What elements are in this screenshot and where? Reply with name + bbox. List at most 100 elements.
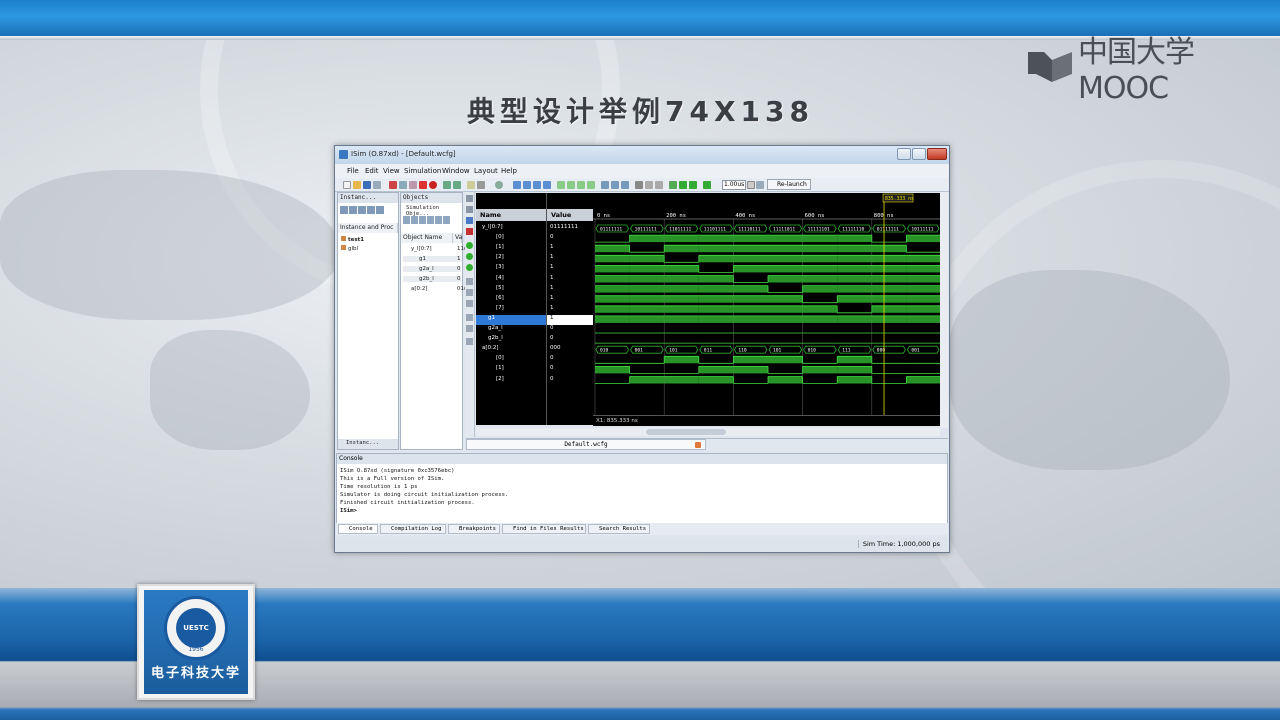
objects-value-header[interactable]: Va	[453, 233, 462, 243]
undo-icon[interactable]	[443, 181, 451, 189]
object-row[interactable]: a[0:2] 01(	[403, 286, 466, 292]
wave-signal-value[interactable]: 1	[547, 314, 593, 325]
redo-icon[interactable]	[453, 181, 461, 189]
tab-find-in-files[interactable]: Find in Files Results	[502, 524, 586, 534]
open-folder-icon[interactable]	[353, 181, 361, 189]
settings-icon[interactable]	[495, 181, 503, 189]
object-row[interactable]: g1 1	[403, 256, 461, 262]
objects-pane-tab[interactable]: Objects	[401, 193, 462, 203]
horizontal-scrollbar[interactable]	[476, 428, 940, 436]
objects-tool-icon[interactable]	[411, 216, 418, 224]
run-all-icon[interactable]	[679, 181, 687, 189]
objects-tool-icon[interactable]	[443, 216, 450, 224]
wave-signal-value[interactable]: 0	[547, 376, 593, 386]
window-icon[interactable]	[523, 181, 531, 189]
instances-bottom-tab[interactable]: Instanc...	[338, 439, 398, 449]
close-button[interactable]	[927, 148, 947, 160]
minimize-button[interactable]	[897, 148, 911, 160]
close-icon[interactable]	[695, 442, 701, 448]
objects-tool-icon[interactable]	[435, 216, 442, 224]
window-titlebar[interactable]: ISim (O.87xd) - [Default.wcfg]	[335, 146, 949, 164]
zoom-fit-icon[interactable]	[577, 181, 585, 189]
maximize-button[interactable]	[912, 148, 926, 160]
marker-icon[interactable]	[635, 181, 643, 189]
zoom-in-icon[interactable]	[557, 181, 565, 189]
tab-search-results[interactable]: Search Results	[588, 524, 650, 534]
snap-to-transition-icon[interactable]	[466, 325, 473, 332]
object-row[interactable]: g2a_l 0	[403, 266, 461, 272]
instances-column-header[interactable]: Instance and Proc	[338, 223, 398, 233]
delete-icon[interactable]	[419, 181, 427, 189]
wave-signal-value[interactable]: 1	[547, 254, 593, 264]
floating-ruler-icon[interactable]	[466, 338, 473, 345]
go-to-start-icon[interactable]	[601, 181, 609, 189]
instances-tool-icon[interactable]	[349, 206, 357, 214]
snap-icon[interactable]	[655, 181, 663, 189]
wave-signal-name[interactable]: y_l[0:7]	[476, 224, 546, 234]
step-icon[interactable]	[703, 181, 711, 189]
instances-tool-icon[interactable]	[340, 206, 348, 214]
menu-help[interactable]: Help	[501, 167, 517, 175]
next-marker-icon[interactable]	[621, 181, 629, 189]
menu-window[interactable]: Window	[442, 167, 470, 175]
wave-signal-name[interactable]: [1]	[476, 365, 546, 375]
layout-icon[interactable]	[513, 181, 521, 189]
divider-tool-icon[interactable]	[466, 278, 473, 285]
wave-signal-name[interactable]: [3]	[476, 264, 546, 274]
wave-signal-value[interactable]: 0	[547, 335, 593, 345]
waveform-canvas[interactable]: 0 ns 200 ns 400 ns 600 ns 800 ns 01111111 1011…	[593, 193, 940, 540]
zoom-icon[interactable]	[466, 195, 473, 202]
console-prompt[interactable]: ISim>	[340, 508, 357, 514]
tab-default-wcfg[interactable]: Default.wcfg	[466, 439, 706, 450]
objects-tool-icon[interactable]	[419, 216, 426, 224]
vertical-scrollbar[interactable]	[940, 192, 948, 428]
wave-signal-name[interactable]: [0]	[476, 355, 546, 365]
menu-simulation[interactable]: Simulation	[404, 167, 441, 175]
menu-view[interactable]: View	[383, 167, 400, 175]
cascade-icon[interactable]	[543, 181, 551, 189]
group-tool-icon[interactable]	[466, 289, 473, 296]
search-icon[interactable]	[466, 217, 473, 224]
object-row[interactable]: y_l[0:7] 11(	[403, 246, 466, 252]
find-icon[interactable]	[467, 181, 475, 189]
wave-signal-name[interactable]: g1	[476, 314, 546, 325]
tile-icon[interactable]	[533, 181, 541, 189]
wave-signal-name[interactable]: g2b_l	[476, 335, 546, 345]
paste-icon[interactable]	[409, 181, 417, 189]
wave-signal-value[interactable]: 1	[547, 244, 593, 254]
instance-item-glbl[interactable]: glbl	[341, 245, 358, 252]
break-icon[interactable]	[756, 181, 764, 189]
wave-signal-value[interactable]: 0	[547, 365, 593, 375]
object-row[interactable]: g2b_l 0	[403, 276, 461, 282]
objects-name-header[interactable]: Object Name	[401, 233, 453, 243]
wave-signal-value[interactable]: 01111111	[547, 224, 593, 234]
wave-signal-name[interactable]: [0]	[476, 234, 546, 244]
wave-signal-value[interactable]: 0	[547, 355, 593, 365]
virtual-bus-icon[interactable]	[466, 300, 473, 307]
print-icon[interactable]	[373, 181, 381, 189]
cursor-icon[interactable]	[466, 314, 473, 321]
save-icon[interactable]	[363, 181, 371, 189]
zoom-out-icon[interactable]	[567, 181, 575, 189]
instances-tool-icon[interactable]	[376, 206, 384, 214]
marker-icon[interactable]	[466, 228, 473, 235]
new-file-icon[interactable]	[343, 181, 351, 189]
restart-icon[interactable]	[669, 181, 677, 189]
copy-icon[interactable]	[399, 181, 407, 189]
previous-marker-icon[interactable]	[611, 181, 619, 189]
stop-icon[interactable]	[429, 181, 437, 189]
menu-layout[interactable]: Layout	[474, 167, 498, 175]
pin-icon[interactable]	[477, 181, 485, 189]
objects-tool-icon[interactable]	[403, 216, 410, 224]
wave-signal-name[interactable]: a[0:2]	[476, 345, 546, 355]
wave-signal-value[interactable]: 1	[547, 285, 593, 295]
menu-file[interactable]: File	[347, 167, 359, 175]
waveform-plot[interactable]: 0 ns 200 ns 400 ns 600 ns 800 ns01111111 1011…	[593, 193, 940, 540]
instances-tool-icon[interactable]	[367, 206, 375, 214]
run-for-icon[interactable]	[689, 181, 697, 189]
wave-value-header[interactable]: Value	[547, 209, 593, 221]
swap-cursor-icon[interactable]	[645, 181, 653, 189]
wave-signal-value[interactable]: 0	[547, 325, 593, 335]
wave-signal-value[interactable]: 0	[547, 234, 593, 244]
zoom-icon[interactable]	[466, 206, 473, 213]
